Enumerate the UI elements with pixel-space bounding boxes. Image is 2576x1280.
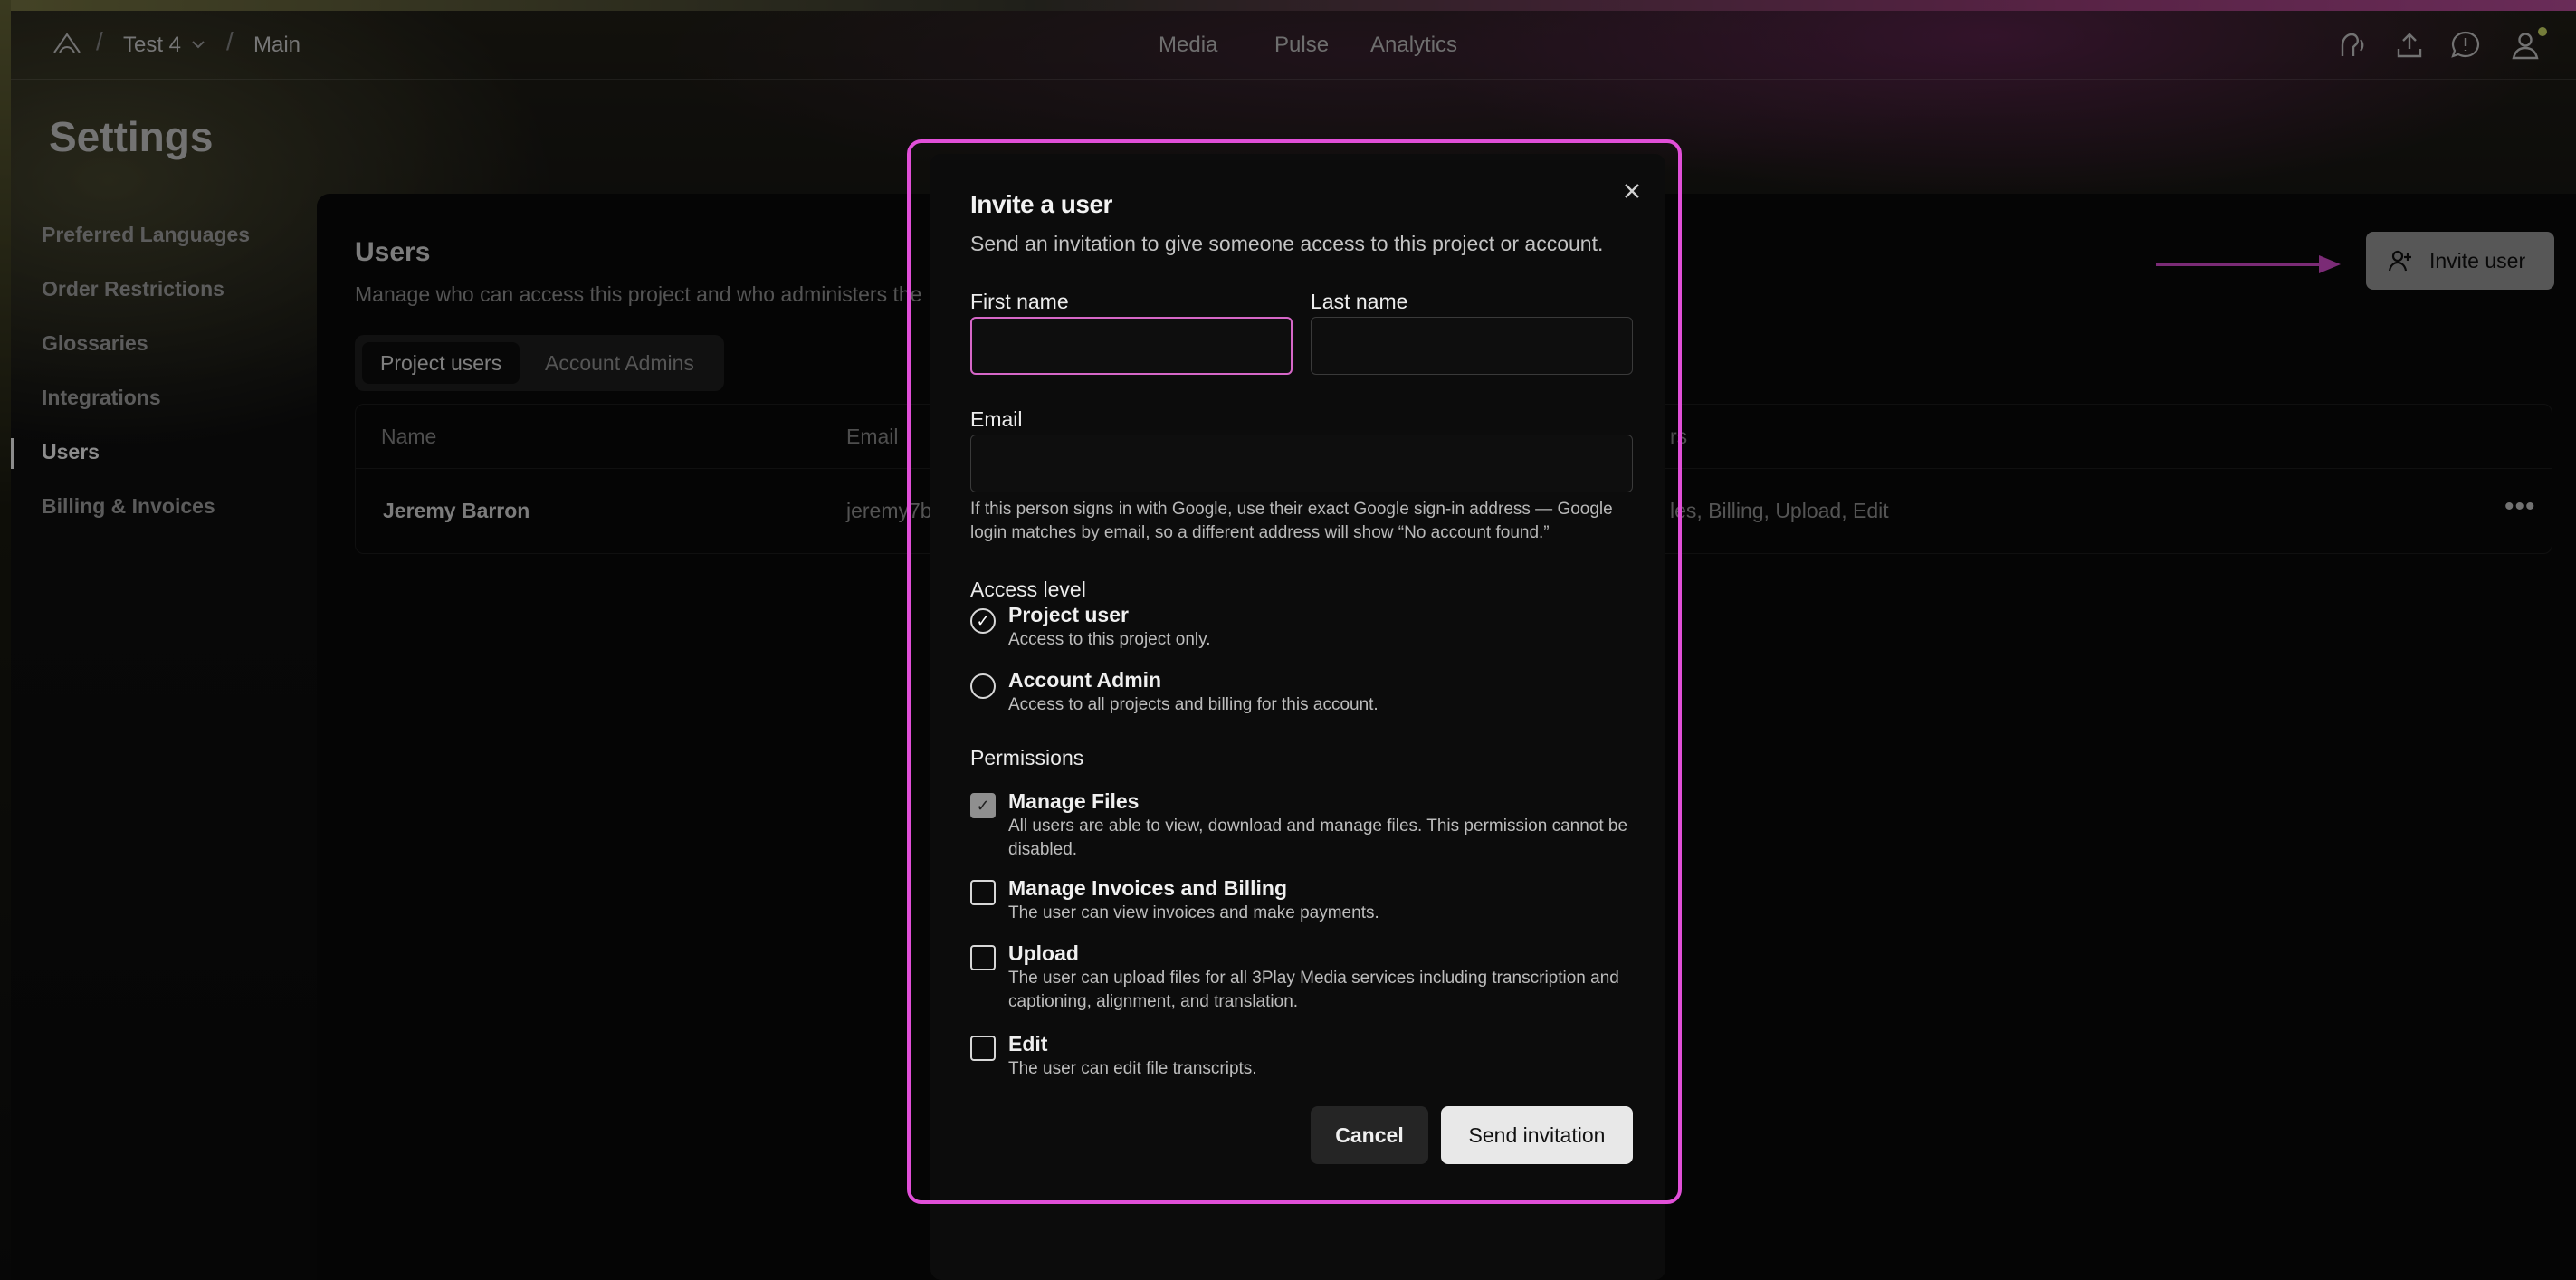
last-name-input[interactable] bbox=[1311, 317, 1633, 375]
modal-title: Invite a user bbox=[970, 190, 1112, 218]
checkbox-manage-invoices-billing[interactable] bbox=[970, 880, 996, 905]
permission-desc: The user can view invoices and make paym… bbox=[1008, 903, 1379, 922]
permission-desc: The user can upload files for all 3Play … bbox=[1008, 969, 1619, 1011]
checkbox-edit[interactable] bbox=[970, 1036, 996, 1061]
permission-title[interactable]: Edit bbox=[1008, 1032, 1047, 1056]
access-level-label: Access level bbox=[970, 578, 1086, 601]
access-option-title[interactable]: Account Admin bbox=[1008, 668, 1161, 693]
email-label: Email bbox=[970, 407, 1023, 431]
permissions-label: Permissions bbox=[970, 746, 1084, 769]
email-input[interactable] bbox=[970, 435, 1633, 492]
send-invitation-button[interactable]: Send invitation bbox=[1441, 1106, 1633, 1164]
access-option-desc: Access to all projects and billing for t… bbox=[1008, 695, 1379, 714]
last-name-label: Last name bbox=[1311, 290, 1408, 313]
checkbox-upload[interactable] bbox=[970, 945, 996, 970]
cancel-button[interactable]: Cancel bbox=[1311, 1106, 1428, 1164]
app-window: / Test 4 / Main Media Pulse Analytics Se… bbox=[0, 0, 2576, 1280]
checkbox-manage-files: ✓ bbox=[970, 793, 996, 818]
permission-desc: The user can edit file transcripts. bbox=[1008, 1059, 1257, 1078]
first-name-input[interactable] bbox=[970, 317, 1293, 375]
radio-project-user[interactable]: ✓ bbox=[970, 608, 996, 634]
first-name-label: First name bbox=[970, 290, 1069, 313]
access-option-title[interactable]: Project user bbox=[1008, 603, 1129, 627]
permission-title: Manage Files bbox=[1008, 789, 1140, 813]
email-hint: If this person signs in with Google, use… bbox=[970, 500, 1613, 542]
access-option-desc: Access to this project only. bbox=[1008, 630, 1211, 649]
permission-title[interactable]: Manage Invoices and Billing bbox=[1008, 876, 1287, 901]
close-icon[interactable] bbox=[1618, 177, 1646, 205]
permission-desc: All users are able to view, download and… bbox=[1008, 817, 1628, 859]
modal-subtitle: Send an invitation to give someone acces… bbox=[970, 232, 1604, 255]
radio-account-admin[interactable] bbox=[970, 673, 996, 699]
permission-title[interactable]: Upload bbox=[1008, 941, 1079, 966]
